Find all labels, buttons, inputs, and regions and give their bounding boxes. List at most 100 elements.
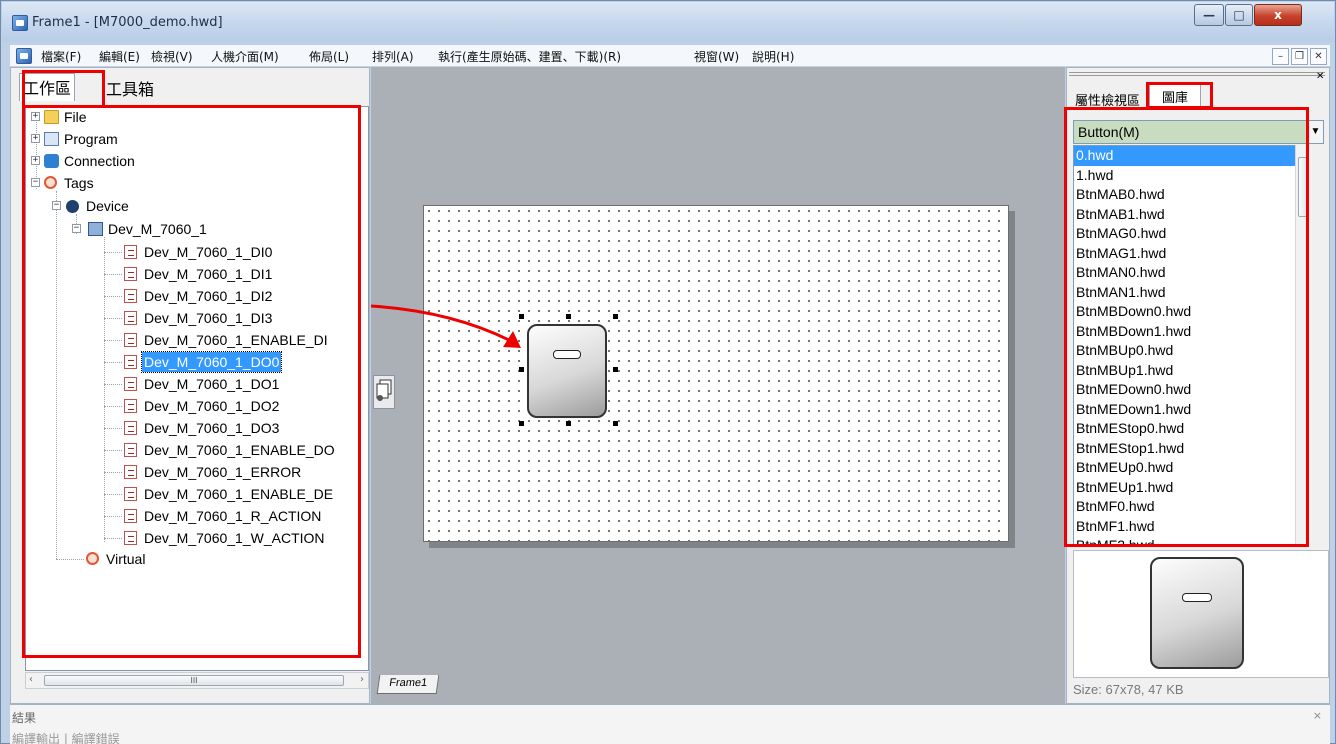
menu-arrange[interactable]: 排列(A) <box>372 48 414 65</box>
mdi-minimize-button[interactable]: – <box>1272 48 1289 65</box>
collapse-icon[interactable]: − <box>31 178 40 187</box>
title-bar[interactable]: Frame1 - [M7000_demo.hwd] — □ x <box>2 2 1334 42</box>
resize-handle[interactable] <box>613 367 618 372</box>
tab-gallery[interactable]: 圖庫 <box>1149 84 1202 106</box>
tree-line <box>104 428 122 429</box>
tree-label: Dev_M_7060_1_DI3 <box>144 310 273 326</box>
panel-close-icon[interactable]: ✕ <box>1316 71 1324 82</box>
tree-label: Dev_M_7060_1_ENABLE_DI <box>144 332 328 348</box>
tag-icon <box>124 355 137 369</box>
layers-icon[interactable] <box>373 375 395 409</box>
menu-layout[interactable]: 佈局(L) <box>309 48 349 65</box>
switch-button-widget[interactable] <box>527 324 607 418</box>
switch-preview-image <box>1150 557 1244 669</box>
expand-icon[interactable]: + <box>31 112 40 121</box>
tree-label: Dev_M_7060_1_R_ACTION <box>144 508 322 524</box>
tree-label: Dev_M_7060_1_DO0 <box>140 351 283 373</box>
folder-icon <box>44 110 59 124</box>
tree-label: Dev_M_7060_1_DI1 <box>144 266 273 282</box>
panel-gripper[interactable] <box>1069 72 1325 76</box>
collapse-icon[interactable]: − <box>72 224 81 233</box>
tree-label: Connection <box>64 153 135 169</box>
tag-icon <box>124 333 137 347</box>
results-tabs[interactable]: 編譯輸出 | 編譯錯誤 <box>12 730 120 744</box>
gallery-item[interactable]: BtnMEUp1.hwd <box>1074 478 1308 498</box>
menu-window[interactable]: 視窗(W) <box>694 48 739 65</box>
menu-file[interactable]: 檔案(F) <box>41 48 81 65</box>
tab-properties[interactable]: 屬性檢視區 <box>1075 90 1140 109</box>
project-tree: + File + Program + Connection − Tags − D… <box>25 106 369 671</box>
gallery-item[interactable]: BtnMF1.hwd <box>1074 517 1308 537</box>
tag-icon <box>124 531 137 545</box>
gallery-item[interactable]: BtnMF2.hwd <box>1074 536 1308 544</box>
gallery-item[interactable]: BtnMF0.hwd <box>1074 497 1308 517</box>
gallery-item[interactable]: BtnMAG0.hwd <box>1074 224 1308 244</box>
resize-handle[interactable] <box>613 421 618 426</box>
tree-label: Dev_M_7060_1_DO1 <box>144 376 280 392</box>
gallery-item[interactable]: BtnMEDown1.hwd <box>1074 400 1308 420</box>
gallery-item[interactable]: BtnMBUp0.hwd <box>1074 341 1308 361</box>
tree-line <box>56 191 57 559</box>
gallery-item[interactable]: BtnMAB1.hwd <box>1074 205 1308 225</box>
gallery-list[interactable]: 0.hwd 1.hwd BtnMAB0.hwd BtnMAB1.hwd BtnMAG0.… <box>1073 145 1309 545</box>
gallery-item[interactable]: BtnMEUp0.hwd <box>1074 458 1308 478</box>
resize-handle[interactable] <box>566 314 571 319</box>
scroll-right-icon[interactable]: › <box>360 674 364 685</box>
tree-label: Dev_M_7060_1_ERROR <box>144 464 302 480</box>
minimize-button[interactable]: — <box>1194 4 1224 26</box>
mdi-doc-icon[interactable] <box>16 48 32 64</box>
menu-edit[interactable]: 編輯(E) <box>99 48 140 65</box>
tag-icon <box>124 399 137 413</box>
scroll-thumb[interactable] <box>1298 157 1309 217</box>
preview-pane <box>1073 550 1329 678</box>
tag-icon <box>124 487 137 501</box>
frame-canvas[interactable] <box>423 205 1009 542</box>
category-select[interactable]: Button(M) ▼ <box>1073 120 1324 144</box>
gallery-item[interactable]: BtnMAN1.hwd <box>1074 283 1308 303</box>
gallery-item[interactable]: 1.hwd <box>1074 166 1308 186</box>
gallery-item[interactable]: 0.hwd <box>1074 146 1308 166</box>
gallery-item[interactable]: BtnMBUp1.hwd <box>1074 361 1308 381</box>
menu-hmi[interactable]: 人機介面(M) <box>211 48 279 65</box>
collapse-icon[interactable]: − <box>52 201 61 210</box>
gallery-item[interactable]: BtnMEDown0.hwd <box>1074 380 1308 400</box>
expand-icon[interactable]: + <box>31 156 40 165</box>
gallery-panel: ✕ 屬性檢視區 圖庫 Button(M) ▼ 0.hwd 1.hwd BtnMAB0… <box>1066 67 1330 704</box>
resize-handle[interactable] <box>519 367 524 372</box>
resize-handle[interactable] <box>519 421 524 426</box>
switch-slot-icon <box>553 350 581 359</box>
tree-label: Dev_M_7060_1_ENABLE_DE <box>144 486 334 502</box>
tree-horizontal-scrollbar[interactable]: ‹ III › <box>25 672 369 689</box>
tree-line <box>104 384 122 385</box>
tree-line <box>104 318 122 319</box>
gallery-item[interactable]: BtnMEStop0.hwd <box>1074 419 1308 439</box>
menu-help[interactable]: 說明(H) <box>752 48 794 65</box>
device-icon <box>66 200 79 213</box>
expand-icon[interactable]: + <box>31 134 40 143</box>
scroll-thumb[interactable]: III <box>44 675 344 686</box>
chevron-down-icon[interactable]: ▼ <box>1307 120 1324 144</box>
resize-handle[interactable] <box>613 314 618 319</box>
tab-frame1[interactable]: Frame1 <box>376 675 440 694</box>
tree-line <box>104 362 122 363</box>
design-area: Frame1 <box>371 67 1065 704</box>
gallery-item[interactable]: BtnMAB0.hwd <box>1074 185 1308 205</box>
tree-line <box>104 472 122 473</box>
resize-handle[interactable] <box>566 421 571 426</box>
tab-workspace[interactable]: 工作區 <box>19 73 76 101</box>
menu-run[interactable]: 執行(產生原始碼、建置、下載)(R) <box>438 48 621 65</box>
gallery-item[interactable]: BtnMEStop1.hwd <box>1074 439 1308 459</box>
maximize-button[interactable]: □ <box>1225 4 1253 26</box>
mdi-restore-button[interactable]: ❐ <box>1291 48 1308 65</box>
results-close-icon[interactable]: × <box>1313 709 1322 722</box>
tab-toolbox[interactable]: 工具箱 <box>103 76 157 100</box>
gallery-item[interactable]: BtnMAG1.hwd <box>1074 244 1308 264</box>
gallery-vertical-scrollbar[interactable] <box>1295 145 1312 545</box>
close-button[interactable]: x <box>1254 4 1302 26</box>
scroll-left-icon[interactable]: ‹ <box>29 674 33 685</box>
menu-view[interactable]: 檢視(V) <box>151 48 193 65</box>
gallery-item[interactable]: BtnMBDown0.hwd <box>1074 302 1308 322</box>
gallery-item[interactable]: BtnMAN0.hwd <box>1074 263 1308 283</box>
gallery-item[interactable]: BtnMBDown1.hwd <box>1074 322 1308 342</box>
mdi-close-button[interactable]: ✕ <box>1310 48 1327 65</box>
